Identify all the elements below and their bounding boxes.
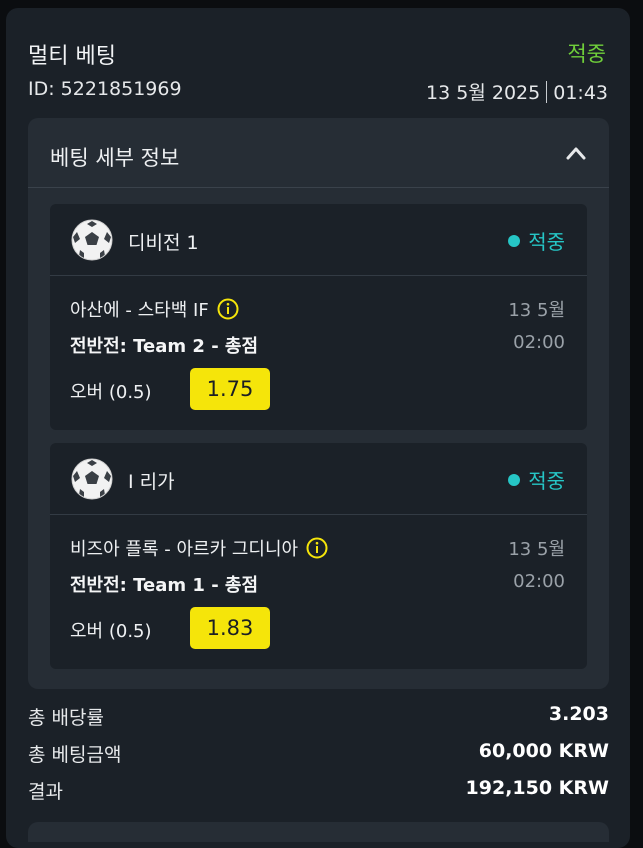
bet-date: 13 5월 2025 — [426, 82, 541, 104]
odds-badge: 1.83 — [190, 607, 270, 649]
leg-result: 적중 — [508, 465, 565, 494]
bet-details-title: 베팅 세부 정보 — [50, 146, 180, 170]
bet-status: 적중 — [567, 42, 606, 66]
match-time: 02:00 — [513, 571, 565, 592]
next-section-edge — [28, 822, 609, 842]
total-stake-value: 60,000 KRW — [478, 740, 609, 762]
selection-name: 오버 (0.5) — [70, 621, 152, 642]
selection-name: 오버 (0.5) — [70, 382, 152, 403]
match-name: 아산에 - 스타백 IF — [70, 296, 239, 322]
market-name: 전반전: Team 1 - 총점 — [70, 575, 259, 596]
total-stake-label: 총 베팅금액 — [28, 744, 122, 766]
match-date: 13 5월 — [508, 539, 565, 560]
match-time: 02:00 — [513, 332, 565, 353]
total-odds-label: 총 배당률 — [28, 707, 104, 729]
bet-leg: I 리가 적중 비즈아 플록 - 아르카 그디니아 13 5월 전반전: Tea… — [50, 443, 587, 669]
leg-result-label: 적중 — [528, 230, 565, 254]
match-date: 13 5월 — [508, 300, 565, 321]
chevron-up-icon[interactable] — [565, 144, 587, 162]
match-label: 아산에 - 스타백 IF — [70, 300, 209, 321]
bet-datetime: 13 5월 2025 01:43 — [426, 78, 608, 105]
result-value: 192,150 KRW — [465, 777, 609, 799]
leg-result-label: 적중 — [528, 469, 565, 493]
bet-time: 01:43 — [553, 82, 608, 104]
result-label: 결과 — [28, 781, 63, 803]
leg-result: 적중 — [508, 226, 565, 255]
match-label: 비즈아 플록 - 아르카 그디니아 — [70, 539, 299, 560]
bet-id: ID: 5221851969 — [28, 78, 182, 100]
bet-leg: 디비전 1 적중 아산에 - 스타백 IF 13 5월 전반전: Team 2 … — [50, 204, 587, 430]
date-time-separator — [546, 81, 548, 103]
total-odds-value: 3.203 — [548, 703, 609, 725]
info-icon[interactable] — [306, 537, 328, 559]
status-dot-icon — [508, 234, 521, 247]
soccer-ball-icon — [71, 219, 113, 261]
match-name: 비즈아 플록 - 아르카 그디니아 — [70, 535, 328, 561]
soccer-ball-icon — [71, 458, 113, 500]
info-icon[interactable] — [217, 298, 239, 320]
status-dot-icon — [508, 473, 521, 486]
market-name: 전반전: Team 2 - 총점 — [70, 336, 259, 357]
leg-header: 디비전 1 적중 — [50, 204, 587, 276]
bet-type-title: 멀티 베팅 — [28, 44, 116, 69]
bet-details-header[interactable]: 베팅 세부 정보 — [28, 118, 609, 188]
odds-badge: 1.75 — [190, 368, 270, 410]
league-name: I 리가 — [128, 471, 175, 493]
bet-details-panel: 베팅 세부 정보 디비전 1 적중 아산에 - 스타백 IF 13 5월 전반전… — [28, 118, 609, 689]
league-name: 디비전 1 — [128, 232, 199, 254]
leg-header: I 리가 적중 — [50, 443, 587, 515]
